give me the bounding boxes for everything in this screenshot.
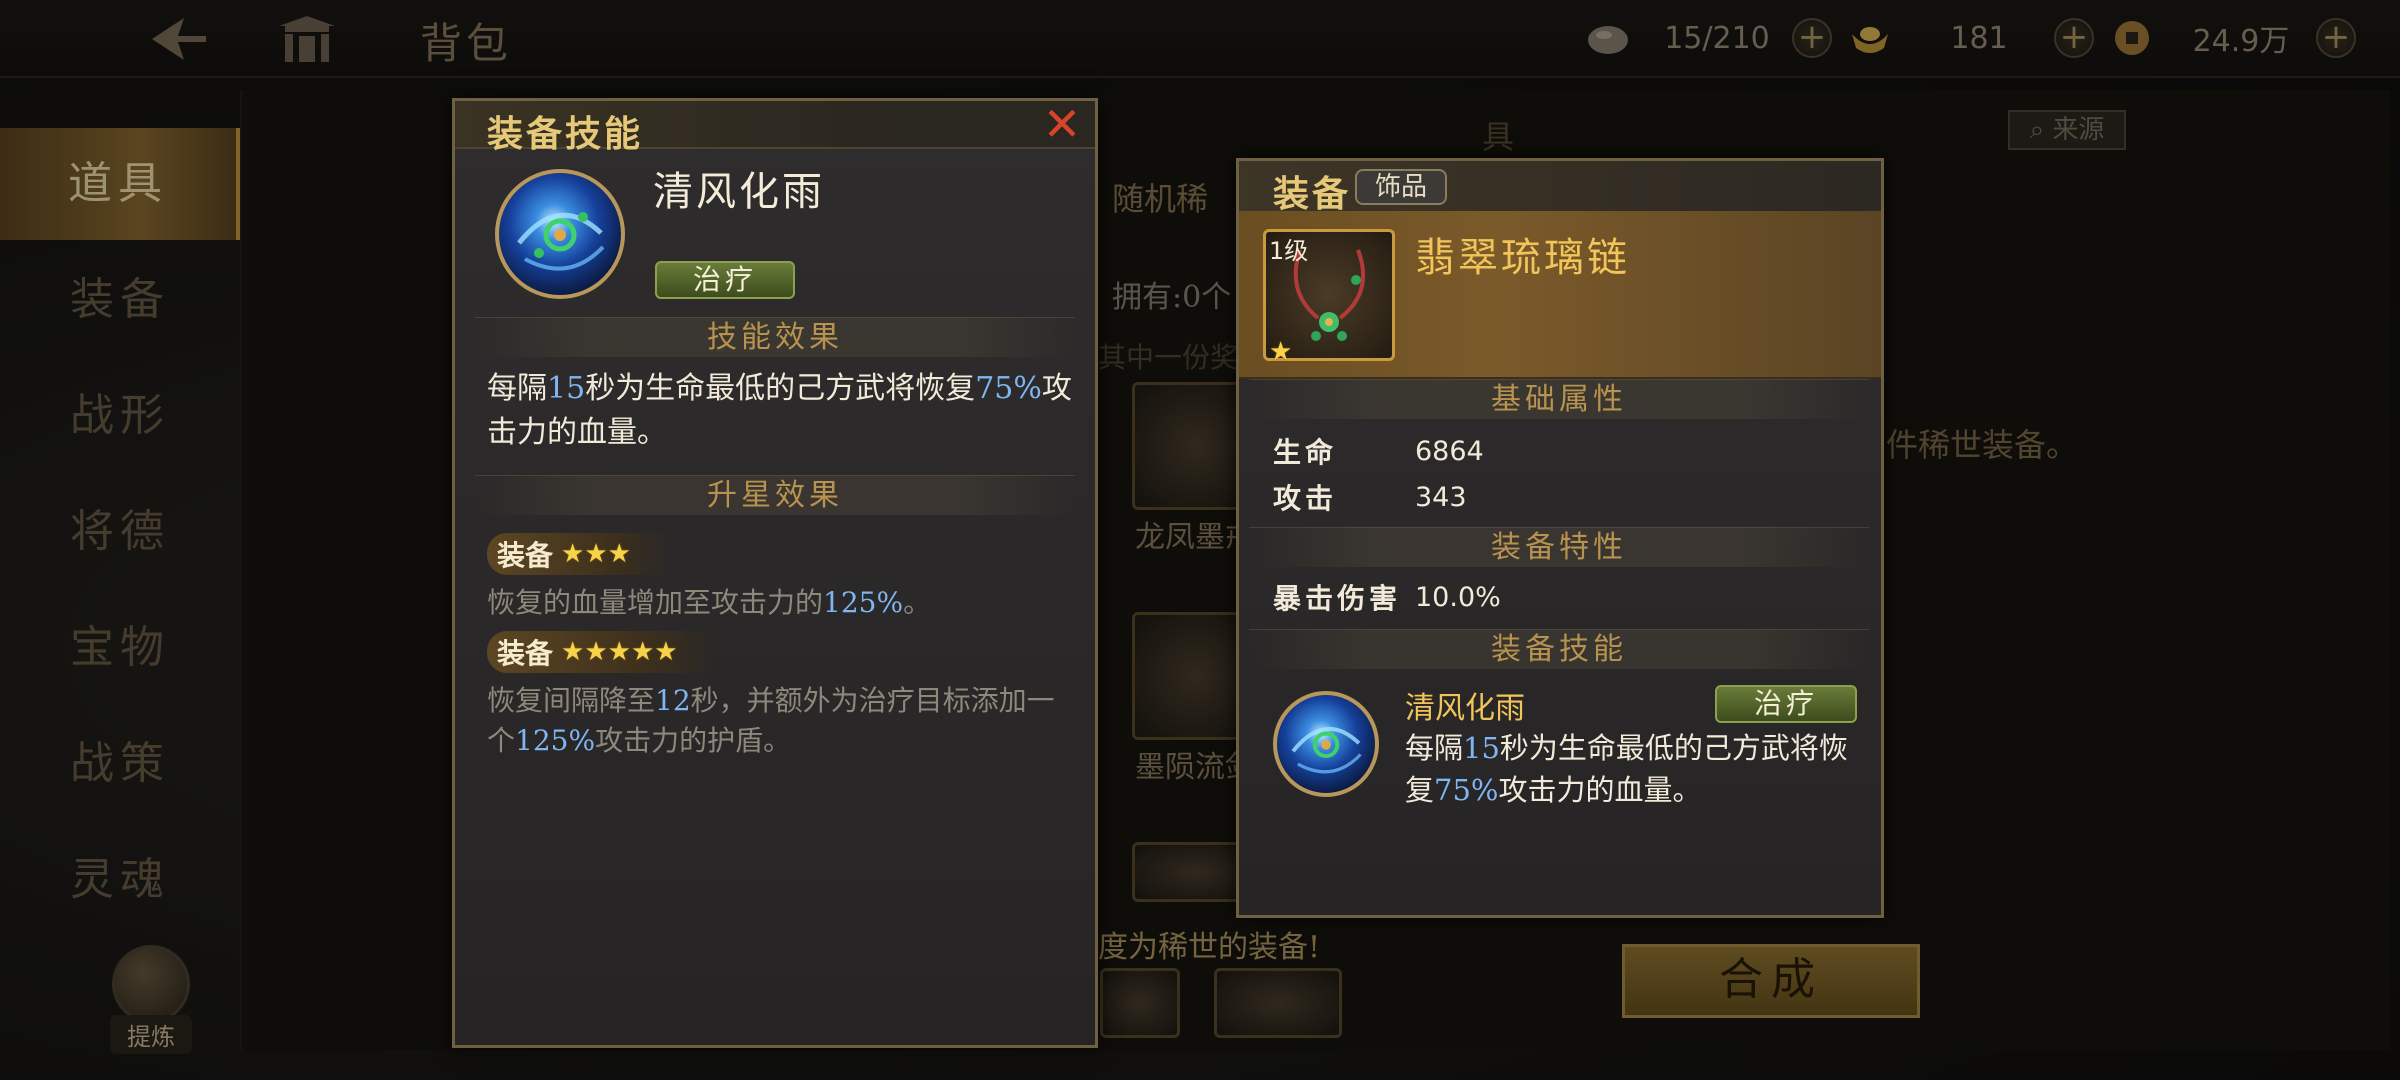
equip-popup-title: 装备 — [1273, 173, 1352, 215]
skill-icon — [495, 169, 625, 299]
tier-text-part: 恢复间隔降至 — [487, 684, 656, 717]
star-icon: ★ — [584, 539, 608, 569]
equip-skill-text: 每隔15秒为生命最低的己方武将恢复75%攻击力的血量。 — [1405, 727, 1865, 811]
effect-interval-value: 15 — [1463, 731, 1500, 765]
heal-tag: 治疗 — [655, 261, 795, 299]
star-effect-heading: 升星效果 — [475, 475, 1075, 515]
effect-heal-percent: 75% — [1434, 773, 1499, 807]
equip-type-badge: 饰品 — [1355, 169, 1447, 205]
tier-text-part: 。 — [903, 586, 932, 619]
star-tier-3: 装备 ★ ★ ★ — [487, 533, 671, 575]
star-icon: ★ — [584, 637, 608, 667]
tier-3-percent: 125% — [823, 586, 904, 619]
star-tier-label: 装备 — [497, 637, 554, 670]
tier-5-interval: 12 — [655, 684, 691, 717]
skill-effect-text: 每隔15秒为生命最低的己方武将恢复75%攻击力的血量。 — [487, 367, 1077, 455]
effect-text-part: 攻击力的血量。 — [1498, 773, 1702, 807]
effect-text-part: 秒为生命最低的己方武将恢复 — [585, 371, 976, 406]
tier-text-part: 攻击力的护盾。 — [595, 724, 792, 757]
item-name: 翡翠琉璃链 — [1415, 235, 1630, 281]
item-level: 1级 — [1269, 237, 1309, 265]
star-icon: ★ — [561, 637, 585, 667]
modal-overlay — [0, 0, 2400, 1080]
star-icon: ★ — [1269, 337, 1293, 367]
star-icon: ★ — [630, 637, 655, 667]
star-tier-3-text: 恢复的血量增加至攻击力的125%。 — [487, 583, 1077, 623]
stat-name: 攻击 — [1273, 482, 1338, 515]
tier-text-part: 恢复的血量增加至攻击力的 — [487, 586, 824, 619]
close-button[interactable]: ✕ — [1037, 101, 1087, 147]
skill-name: 清风化雨 — [653, 169, 825, 215]
star-icon: ★ — [607, 637, 631, 667]
stat-value: 343 — [1415, 481, 1467, 513]
stat-row-crit-damage: 暴击伤害 10.0% — [1273, 575, 1501, 619]
effect-interval-value: 15 — [547, 371, 586, 406]
stat-row-hp: 生命 6864 — [1273, 429, 1484, 473]
effect-text-part: 每隔 — [487, 371, 547, 406]
tier-5-percent: 125% — [515, 724, 596, 757]
skill-effect-heading: 技能效果 — [475, 317, 1075, 357]
equip-skill-heading: 装备技能 — [1249, 629, 1869, 669]
star-icon: ★ — [561, 539, 585, 569]
close-icon: ✕ — [1042, 97, 1082, 151]
effect-heal-percent: 75% — [975, 371, 1042, 406]
star-icon: ★ — [607, 539, 631, 569]
skill-popup-title: 装备技能 — [487, 113, 644, 155]
stat-row-attack: 攻击 343 — [1273, 475, 1467, 519]
traits-heading: 装备特性 — [1249, 527, 1869, 567]
skill-detail-popup: 装备技能 ✕ 清风化雨 治疗 技能效果 每隔15秒为生命最低的己方武将恢复75%… — [452, 98, 1098, 1048]
stat-value: 6864 — [1415, 435, 1484, 467]
stat-name: 暴击伤害 — [1273, 582, 1402, 615]
base-stats-heading: 基础属性 — [1249, 379, 1869, 419]
equip-skill-heal-tag: 治疗 — [1715, 685, 1857, 723]
stat-name: 生命 — [1273, 436, 1338, 469]
equipment-detail-popup: 装备 饰品 1级 ★ 翡翠琉璃链 基础属性 生命 6864 攻击 343 装备特… — [1236, 158, 1884, 918]
effect-text-part: 每隔 — [1405, 731, 1464, 765]
star-icon: ★ — [654, 637, 678, 667]
star-tier-5-text: 恢复间隔降至12秒，并额外为治疗目标添加一个125%攻击力的护盾。 — [487, 681, 1077, 761]
stat-value: 10.0% — [1415, 581, 1501, 613]
star-tier-5: 装备 ★ ★ ★ ★ ★ — [487, 631, 718, 673]
equip-skill-icon — [1273, 691, 1379, 797]
equip-skill-name: 清风化雨 — [1405, 691, 1525, 726]
star-tier-label: 装备 — [497, 539, 554, 572]
